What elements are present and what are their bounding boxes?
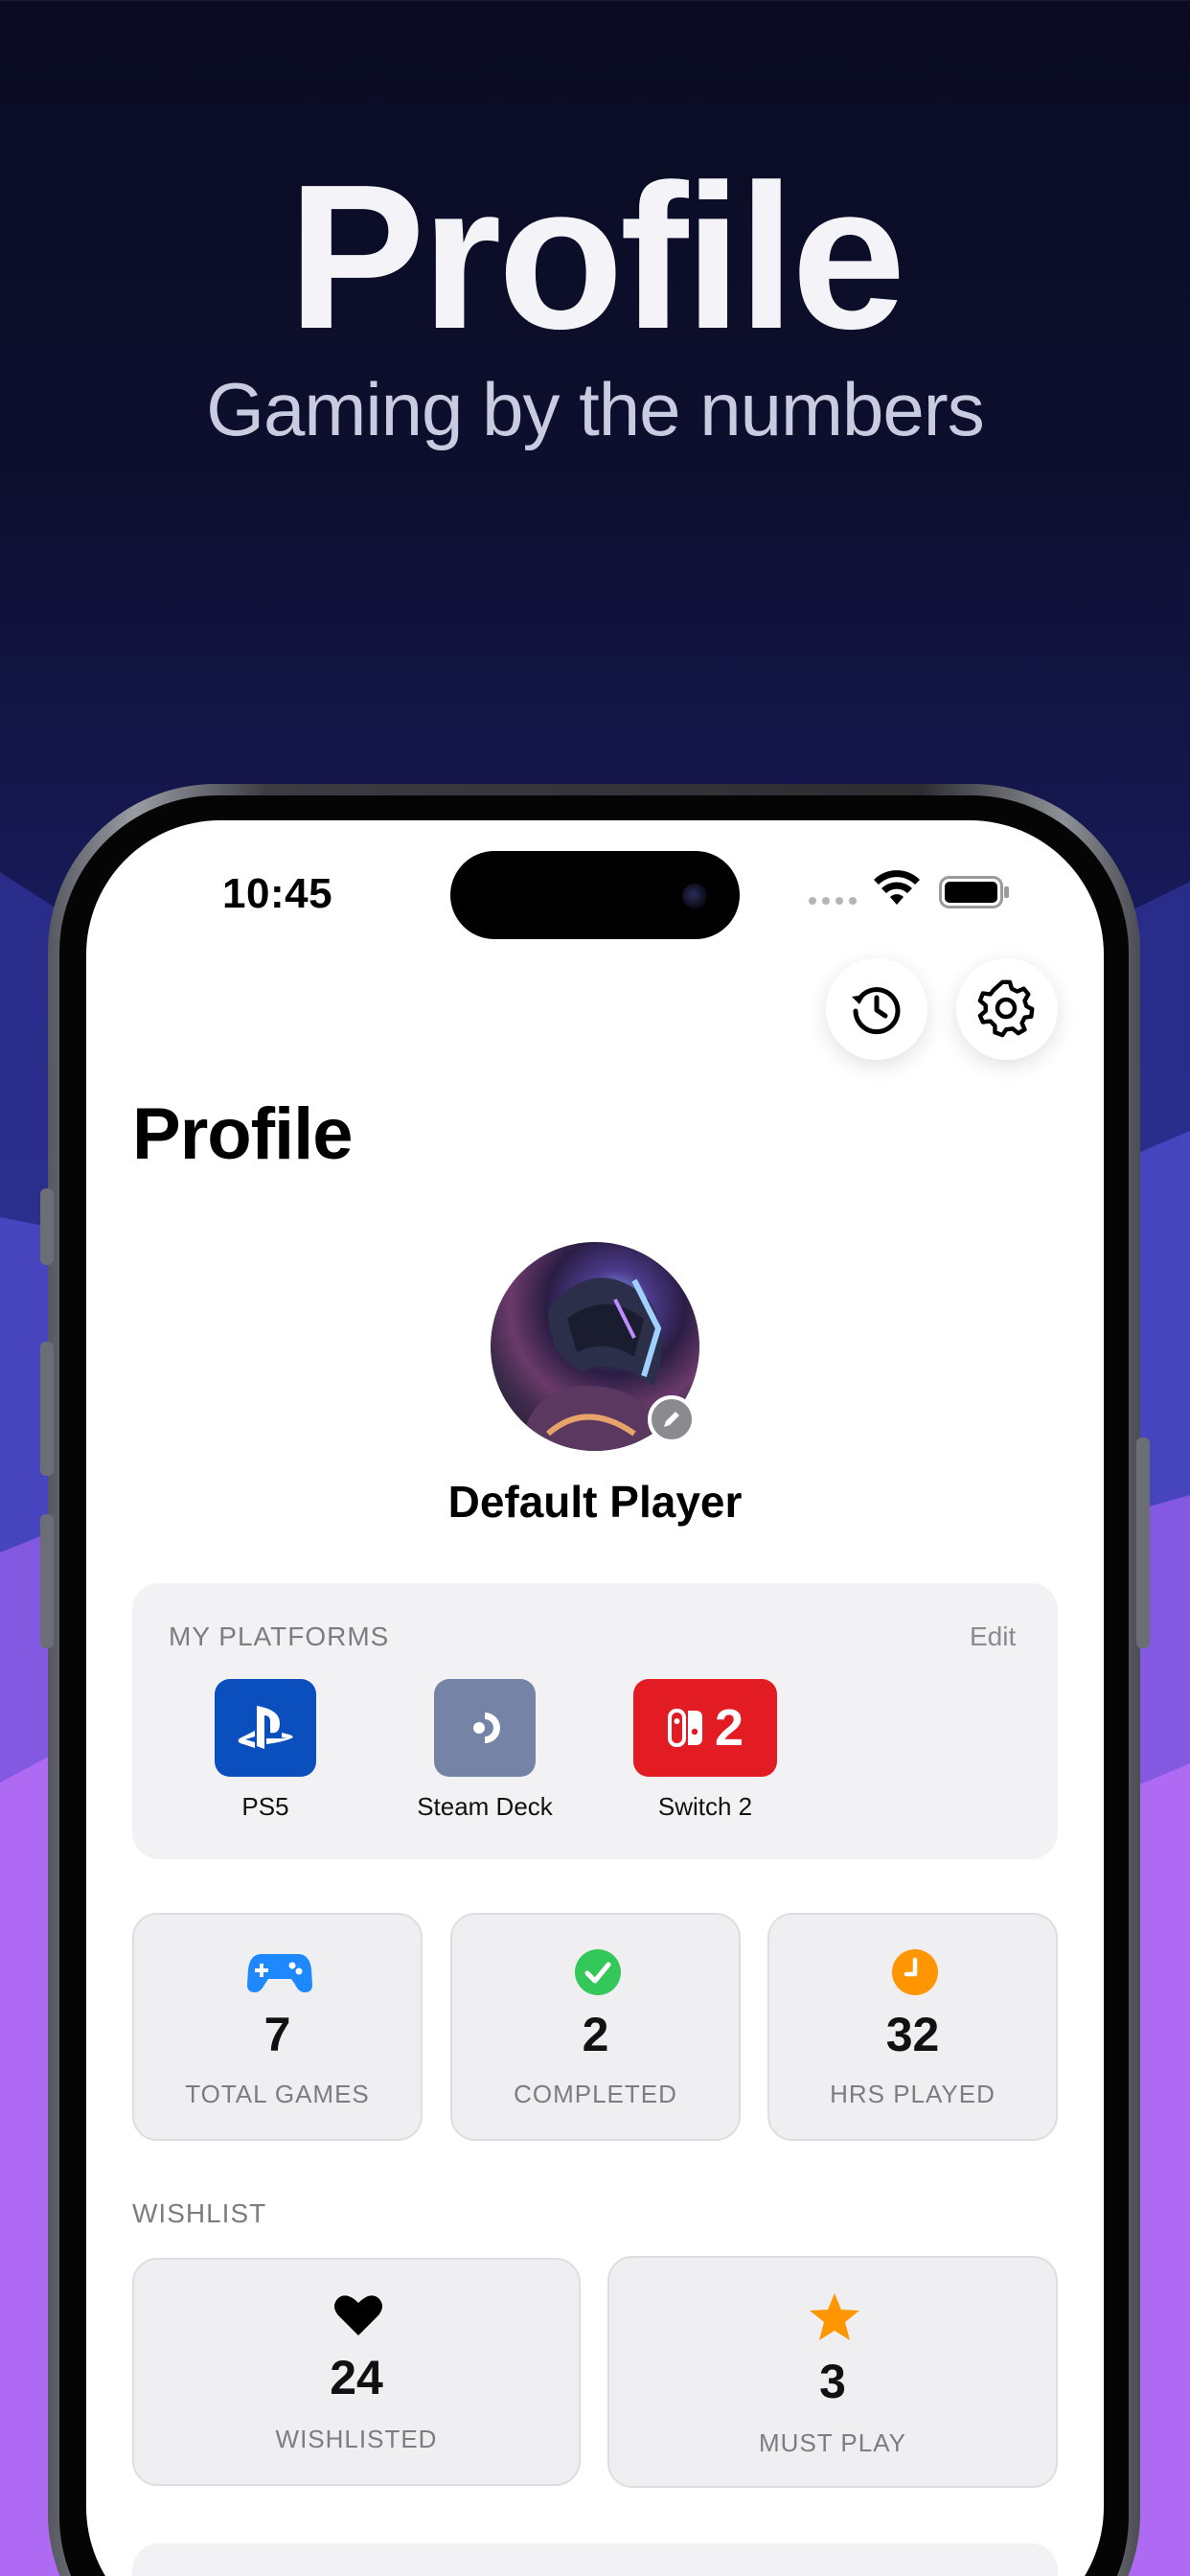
hero-subtitle: Gaming by the numbers (206, 367, 984, 451)
playstation-icon (238, 1706, 293, 1749)
volume-up-button (40, 1342, 54, 1476)
platform-name-switch-2: Switch 2 (657, 1792, 753, 1821)
switch-icon (667, 1709, 702, 1747)
wishlist-label-must-play: MUST PLAY (759, 2428, 906, 2457)
stat-value-total-games: 7 (263, 2008, 291, 2061)
switch-badge: 2 (714, 1699, 744, 1757)
wishlist-value-wishlisted: 24 (330, 2351, 383, 2404)
stat-label-hrs-played: HRS PLAYED (830, 2080, 995, 2108)
platform-tile-steam-deck[interactable] (434, 1679, 536, 1777)
next-card (132, 2543, 1058, 2576)
stat-card-total-games[interactable]: 7 TOTAL GAMES (132, 1913, 423, 2141)
steam-deck-icon (473, 1713, 500, 1743)
wishlist-label-wishlisted: WISHLISTED (275, 2425, 438, 2453)
edit-platforms-link[interactable]: Edit (970, 1622, 1016, 1652)
stat-label-total-games: TOTAL GAMES (185, 2080, 370, 2108)
wifi-icon (874, 870, 920, 905)
hero-title: Profile (287, 141, 905, 372)
status-time: 10:45 (222, 870, 333, 917)
platform-tile-ps5[interactable] (215, 1679, 316, 1777)
cellular-signal-icon (809, 897, 857, 905)
heart-icon (333, 2292, 383, 2338)
stat-card-completed[interactable]: 2 COMPLETED (450, 1913, 741, 2141)
stat-label-completed: COMPLETED (514, 2080, 677, 2108)
history-icon (852, 987, 901, 1035)
player-name: Default Player (447, 1477, 743, 1527)
stat-value-completed: 2 (582, 2008, 609, 2061)
pencil-icon (664, 1412, 679, 1427)
history-button[interactable] (826, 958, 927, 1060)
stat-value-hrs-played: 32 (885, 2008, 940, 2061)
gear-icon (977, 979, 1035, 1038)
clock-icon (890, 1947, 940, 1997)
stat-card-hrs-played[interactable]: 32 HRS PLAYED (767, 1913, 1058, 2141)
action-button (40, 1188, 54, 1265)
wishlist-card-must-play[interactable]: 3 MUST PLAY (607, 2256, 1058, 2488)
page-title: Profile (132, 1093, 353, 1175)
wishlist-section-label: WISHLIST (132, 2198, 267, 2228)
platform-name-steam-deck: Steam Deck (417, 1792, 553, 1821)
volume-down-button (40, 1514, 54, 1648)
wishlist-value-must-play: 3 (819, 2355, 846, 2408)
checkmark-circle-icon (573, 1947, 623, 1997)
front-camera (682, 884, 707, 908)
platform-tile-switch-2[interactable]: 2 (633, 1679, 777, 1777)
platforms-section-label: MY PLATFORMS (169, 1622, 390, 1651)
power-button (1136, 1438, 1150, 1648)
gamepad-icon (245, 1949, 314, 1995)
battery-icon (939, 876, 1009, 908)
edit-avatar-button[interactable] (648, 1395, 696, 1443)
settings-button[interactable] (956, 958, 1058, 1060)
star-icon (807, 2290, 862, 2344)
platform-name-ps5: PS5 (241, 1792, 289, 1821)
wishlist-card-wishlisted[interactable]: 24 WISHLISTED (132, 2258, 581, 2486)
